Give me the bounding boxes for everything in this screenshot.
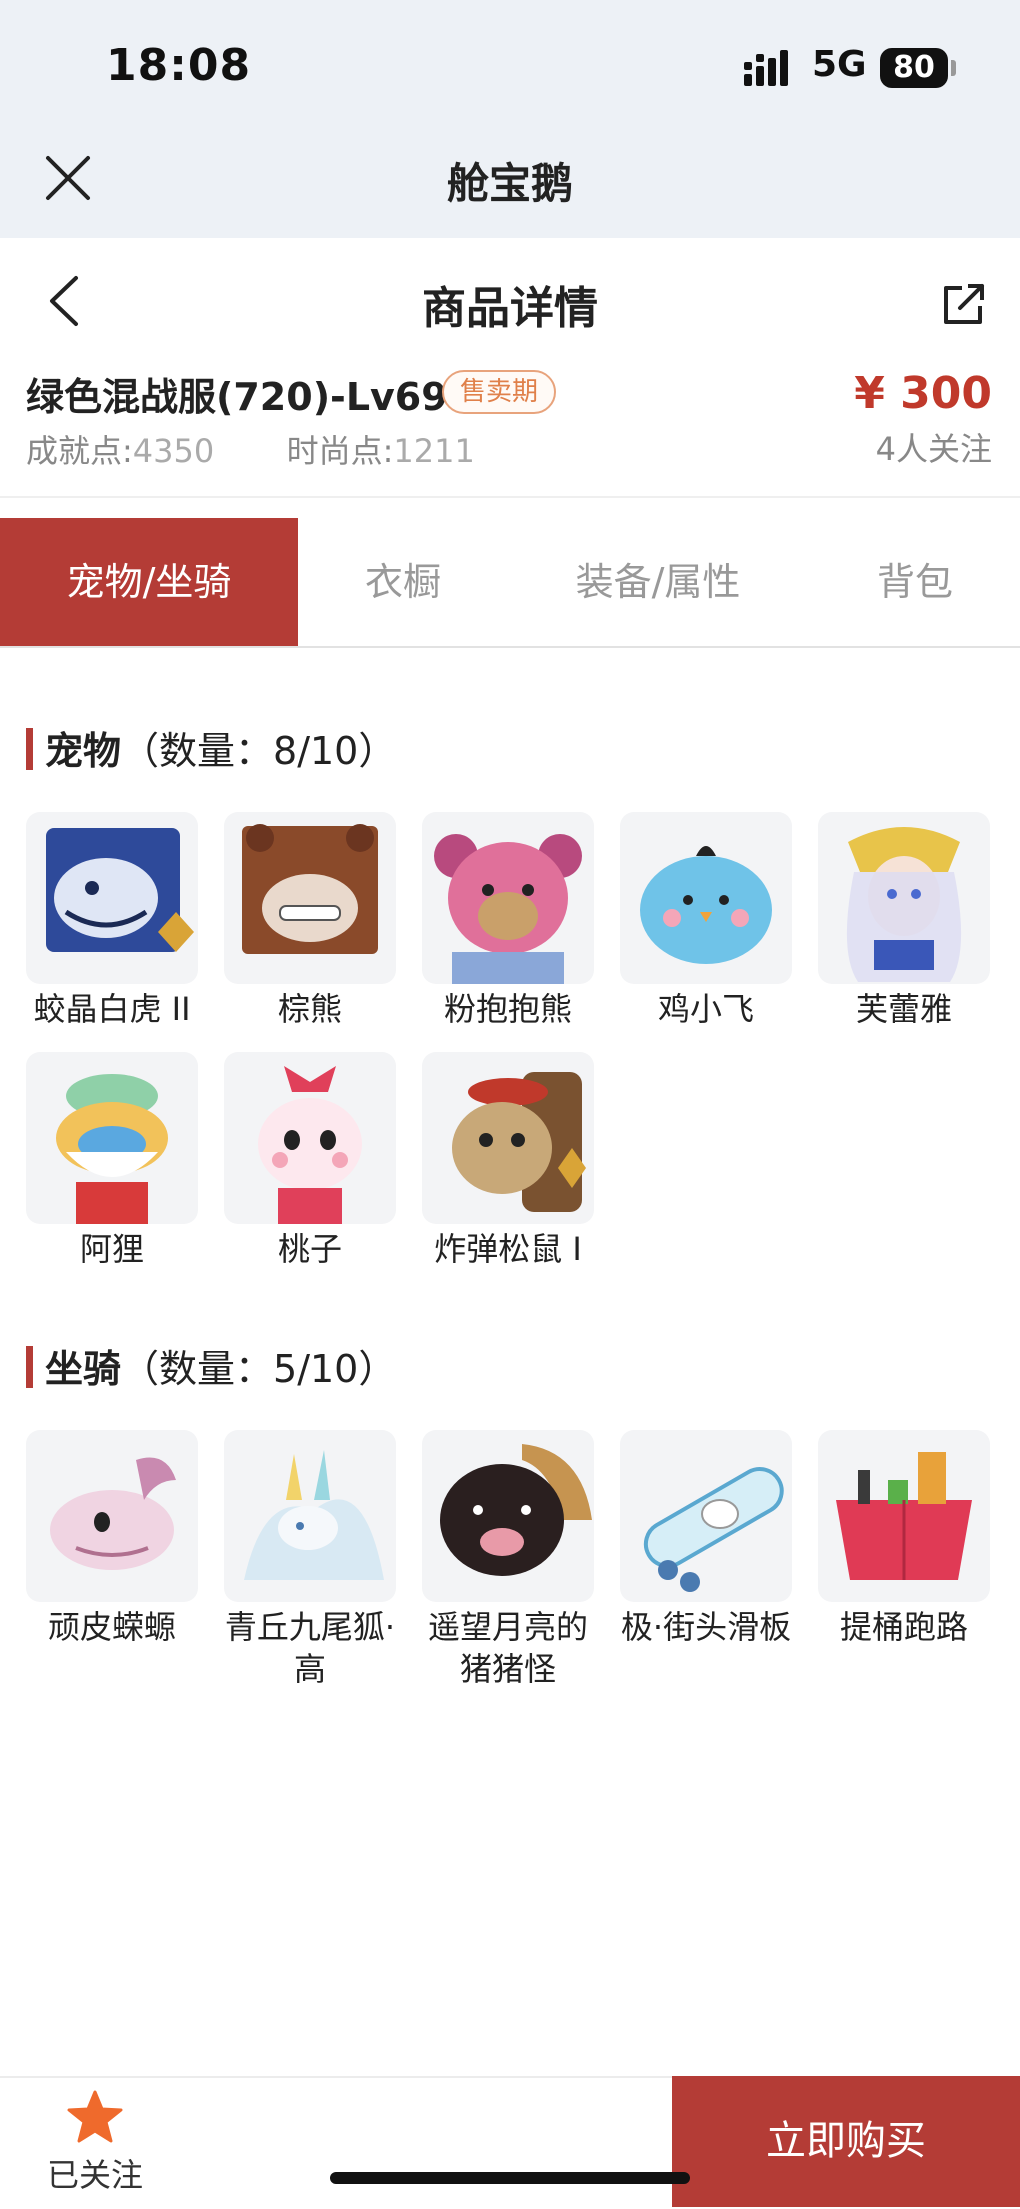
nine-tailed-fox-icon [244, 1450, 384, 1580]
mount-name: 提桶跑路 [839, 1608, 968, 1646]
tab-equipment[interactable]: 装备/属性 [536, 518, 780, 646]
pet-item[interactable]: 桃子 [224, 1052, 396, 1270]
peach-icon [258, 1066, 362, 1224]
mount-item[interactable]: 顽皮蝾螈 [26, 1430, 198, 1648]
achievement-value: 4350 [132, 432, 215, 470]
fashion-value: 1211 [393, 432, 475, 470]
pet-thumbnail [422, 1052, 594, 1224]
signal-icon [744, 50, 788, 86]
mount-item[interactable]: 提桶跑路 [818, 1430, 990, 1648]
squirrel-icon [452, 1072, 586, 1212]
pig-icon [440, 1444, 592, 1576]
battery-tip [951, 60, 956, 76]
pet-name: 蛟晶白虎 II [33, 990, 191, 1028]
status-time: 18:08 [106, 40, 252, 91]
tab-pets-mounts[interactable]: 宠物/坐骑 [0, 518, 298, 646]
mounts-section-title: 坐骑（数量：5/10） [26, 1338, 396, 1393]
mount-name: 遥望月亮的猪猪怪 [427, 1608, 588, 1688]
pet-item[interactable]: 芙蕾雅 [818, 812, 990, 1030]
mounts-count: （数量：5/10） [121, 1347, 397, 1391]
achievement-label: 成就点: [26, 432, 133, 470]
pet-item[interactable]: 棕熊 [224, 812, 396, 1030]
pets-title: 宠物 [45, 729, 122, 773]
tiger-icon [46, 828, 194, 952]
pet-thumbnail [224, 812, 396, 984]
pets-count: （数量：8/10） [121, 729, 397, 773]
network-type: 5G [812, 44, 867, 85]
pet-item[interactable]: 鸡小飞 [620, 812, 792, 1030]
price: ¥ 300 [854, 368, 992, 419]
buy-now-button[interactable]: 立即购买 [672, 2076, 1020, 2207]
tab-bar: 宠物/坐骑 衣橱 装备/属性 背包 [0, 518, 1020, 648]
mount-thumbnail [620, 1430, 792, 1602]
mounts-title: 坐骑 [45, 1347, 122, 1391]
tab-wardrobe[interactable]: 衣橱 [298, 518, 508, 646]
bucket-icon [836, 1452, 972, 1580]
pet-thumbnail [26, 1052, 198, 1224]
pet-name: 粉抱抱熊 [443, 990, 572, 1028]
pet-thumbnail [224, 1052, 396, 1224]
bear-icon [242, 824, 378, 954]
mount-name: 顽皮蝾螈 [47, 1608, 176, 1646]
mount-name: 青丘九尾狐·高 [224, 1608, 396, 1688]
pet-thumbnail [620, 812, 792, 984]
mount-thumbnail [224, 1430, 396, 1602]
product-name: 绿色混战服(720)-Lv69 [26, 375, 448, 419]
star-icon [67, 2090, 123, 2143]
tab-backpack[interactable]: 背包 [830, 518, 1000, 646]
pet-item[interactable]: 阿狸 [26, 1052, 198, 1270]
pet-thumbnail [818, 812, 990, 984]
share-icon[interactable] [940, 282, 986, 328]
mount-thumbnail [26, 1430, 198, 1602]
pet-name: 芙蕾雅 [855, 990, 952, 1028]
mount-name: 极·街头滑板 [620, 1608, 792, 1646]
mount-item[interactable]: 极·街头滑板 [620, 1430, 792, 1648]
mount-item[interactable]: 遥望月亮的猪猪怪 [422, 1430, 594, 1690]
pet-name: 鸡小飞 [657, 990, 754, 1028]
fairy-icon [846, 827, 962, 982]
battery-icon: 80 [880, 48, 948, 88]
pet-item[interactable]: 蛟晶白虎 II [26, 812, 198, 1030]
follow-button[interactable]: 已关注 [30, 2090, 160, 2200]
pet-thumbnail [422, 812, 594, 984]
page-title: 商品详情 [422, 283, 598, 334]
follow-label: 已关注 [46, 2156, 143, 2194]
home-indicator [330, 2172, 690, 2184]
pets-section-title: 宠物（数量：8/10） [26, 720, 396, 775]
product-stats: 成就点:4350 时尚点:1211 [26, 426, 475, 472]
mount-thumbnail [422, 1430, 594, 1602]
fashion-label: 时尚点: [286, 432, 394, 470]
pet-item[interactable]: 粉抱抱熊 [422, 812, 594, 1030]
chick-icon [640, 846, 772, 964]
status-badge: 售卖期 [442, 370, 557, 414]
fox-icon [56, 1074, 168, 1224]
salamander-icon [50, 1457, 176, 1570]
app-title: 舱宝鹅 [446, 159, 573, 208]
section-marker [26, 1346, 33, 1388]
pet-name: 桃子 [277, 1230, 342, 1268]
mount-item[interactable]: 青丘九尾狐·高 [224, 1430, 396, 1690]
section-marker [26, 728, 33, 770]
mount-thumbnail [818, 1430, 990, 1602]
pink-bear-icon [434, 834, 582, 984]
pet-name: 棕熊 [277, 990, 342, 1028]
pet-item[interactable]: 炸弹松鼠 I [422, 1052, 594, 1270]
pet-thumbnail [26, 812, 198, 984]
pet-name: 阿狸 [79, 1230, 144, 1268]
follower-count: 4人关注 [875, 430, 992, 468]
pet-name: 炸弹松鼠 I [434, 1230, 582, 1268]
skateboard-icon [643, 1467, 784, 1592]
divider [0, 496, 1020, 498]
